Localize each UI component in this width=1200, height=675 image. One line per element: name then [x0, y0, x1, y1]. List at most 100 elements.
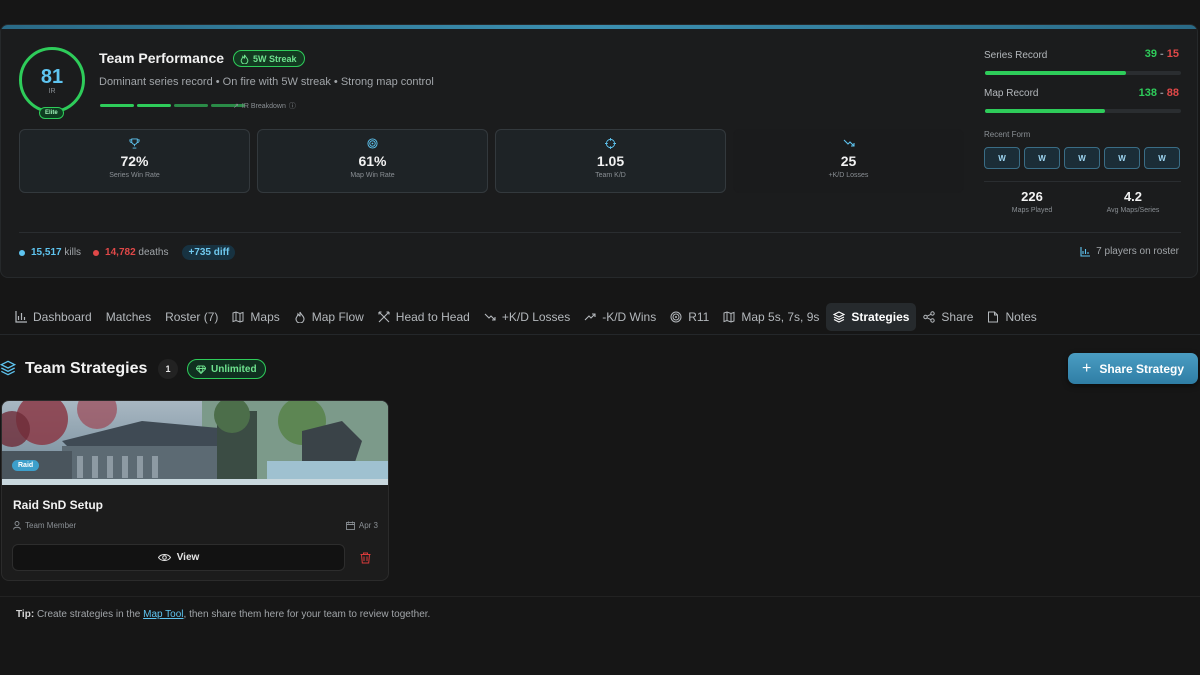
map-record-bar: [985, 109, 1181, 113]
stat-label: Team K/D: [595, 172, 626, 179]
tab-roster[interactable]: Roster (7): [158, 303, 225, 331]
stat-team-kd: 1.05 Team K/D: [495, 129, 726, 193]
strategy-author: Team Member: [13, 521, 76, 530]
plan-badge: Unlimited: [187, 359, 266, 379]
form-result: W: [984, 147, 1020, 169]
map-tool-link[interactable]: Map Tool: [143, 609, 183, 620]
tab-head-to-head[interactable]: Head to Head: [371, 303, 477, 331]
flame-icon: [240, 54, 249, 64]
stat-label: Series Win Rate: [109, 172, 160, 179]
user-icon: [13, 521, 21, 530]
maps-played-label: Maps Played: [1011, 207, 1053, 214]
tab-label: Maps: [250, 310, 280, 324]
map-record-fill: [985, 109, 1105, 113]
team-tabs: Dashboard Matches Roster (7) Maps Map Fl…: [0, 302, 1200, 332]
tab-label: Roster (7): [165, 310, 219, 324]
roster-label: 7 players on roster: [1096, 246, 1179, 257]
performance-title: Team Performance: [99, 50, 225, 66]
form-result: W: [1144, 147, 1180, 169]
stat-value: 1.05: [596, 153, 625, 169]
ir-progress-segment: [174, 104, 208, 107]
kd-diff-badge: +735 diff: [182, 245, 236, 260]
share-icon: [923, 311, 936, 323]
ir-breakdown-label: IR Breakdown: [241, 102, 286, 110]
ir-progress-segment: [137, 104, 171, 107]
target-icon: [367, 138, 378, 150]
tab-dashboard[interactable]: Dashboard: [8, 303, 99, 331]
ir-tier-badge: Elite: [39, 107, 64, 119]
map-badge: Raid: [12, 460, 40, 471]
ir-value: 81: [40, 66, 64, 88]
stat-kd-losses: 25 +K/D Losses: [733, 129, 964, 193]
ir-rating-circle: 81 IR: [19, 47, 85, 113]
form-result: W: [1024, 147, 1060, 169]
tab-map-5s-7s-9s[interactable]: Map 5s, 7s, 9s: [716, 303, 826, 331]
tab-kd-wins[interactable]: -K/D Wins: [577, 303, 663, 331]
swords-icon: [378, 311, 390, 323]
card-accent-bar: [1, 25, 1197, 29]
share-strategy-label: Share Strategy: [1099, 361, 1185, 376]
ir-breakdown-link[interactable]: ↗ IR Breakdown ⓘ: [233, 101, 296, 111]
deaths-dot-icon: [93, 249, 100, 256]
tab-share[interactable]: Share: [916, 303, 980, 331]
info-icon: ⓘ: [288, 103, 296, 110]
share-strategy-button[interactable]: + Share Strategy: [1068, 353, 1198, 384]
map-record-score: 138 - 88: [1138, 87, 1179, 99]
plus-icon: +: [1081, 359, 1092, 377]
tab-notes[interactable]: Notes: [980, 303, 1043, 331]
recent-form-label: Recent Form: [984, 130, 1031, 139]
trend-down-icon: [843, 138, 855, 150]
tab-label: R11: [688, 310, 710, 324]
tab-label: Strategies: [851, 310, 910, 324]
streak-badge: 5W Streak: [233, 50, 305, 67]
tip-text-after: , then share them here for your team to …: [183, 609, 431, 620]
series-wins: 39: [1144, 48, 1157, 60]
calendar-icon: [345, 521, 355, 530]
trend-up-icon: ↗: [233, 103, 239, 110]
ir-progress-segment: [100, 104, 134, 107]
avg-maps-stat: 4.2 Avg Maps/Series: [1084, 189, 1182, 214]
tab-label: +K/D Losses: [501, 310, 571, 324]
tab-map-flow[interactable]: Map Flow: [287, 303, 371, 331]
stat-value: 25: [840, 153, 857, 169]
maps-played-stat: 226 Maps Played: [983, 189, 1081, 214]
tip-text-before: Create strategies in the: [36, 609, 141, 620]
trend-down-icon: [484, 313, 496, 321]
date-label: Apr 3: [358, 521, 378, 530]
map-icon: [232, 311, 244, 323]
chart-icon: [15, 311, 27, 323]
view-label: View: [176, 552, 200, 563]
gem-icon: [196, 365, 206, 374]
tab-matches[interactable]: Matches: [99, 303, 158, 331]
divider: [984, 181, 1181, 182]
delete-strategy-button[interactable]: [356, 549, 374, 567]
strategy-card[interactable]: Raid Raid SnD Setup Team Member Apr 3 Vi…: [1, 400, 389, 581]
strategies-count-badge: 1: [158, 359, 178, 379]
tab-label: -K/D Wins: [602, 310, 657, 324]
map-losses: 88: [1166, 87, 1179, 99]
tab-label: Dashboard: [33, 310, 92, 324]
strategy-name: Raid SnD Setup: [13, 498, 104, 512]
chart-icon: [1080, 246, 1091, 257]
view-strategy-button[interactable]: View: [12, 544, 345, 571]
trend-up-icon: [584, 313, 596, 321]
tab-strategies[interactable]: Strategies: [826, 303, 917, 331]
recent-form-row: W W W W W: [984, 147, 1180, 169]
tab-maps[interactable]: Maps: [225, 303, 286, 331]
tab-label: Head to Head: [395, 310, 470, 324]
performance-subtitle: Dominant series record • On fire with 5W…: [99, 76, 434, 88]
layers-icon: [833, 311, 846, 323]
map-thumbnail-image: [2, 401, 388, 485]
tab-label: Share: [941, 310, 974, 324]
tab-r11[interactable]: R11: [663, 303, 716, 331]
tab-label: Map 5s, 7s, 9s: [741, 310, 820, 324]
series-losses: 15: [1166, 48, 1179, 60]
divider: [19, 232, 1181, 233]
stat-label: +K/D Losses: [828, 172, 869, 179]
tab-kd-losses[interactable]: +K/D Losses: [477, 303, 577, 331]
stat-label: Map Win Rate: [350, 172, 395, 179]
tip-prefix: Tip:: [16, 609, 35, 620]
trash-icon: [360, 552, 370, 564]
team-performance-card: 81 IR Elite Team Performance 5W Streak D…: [0, 24, 1198, 278]
avg-maps-value: 4.2: [1123, 189, 1143, 204]
